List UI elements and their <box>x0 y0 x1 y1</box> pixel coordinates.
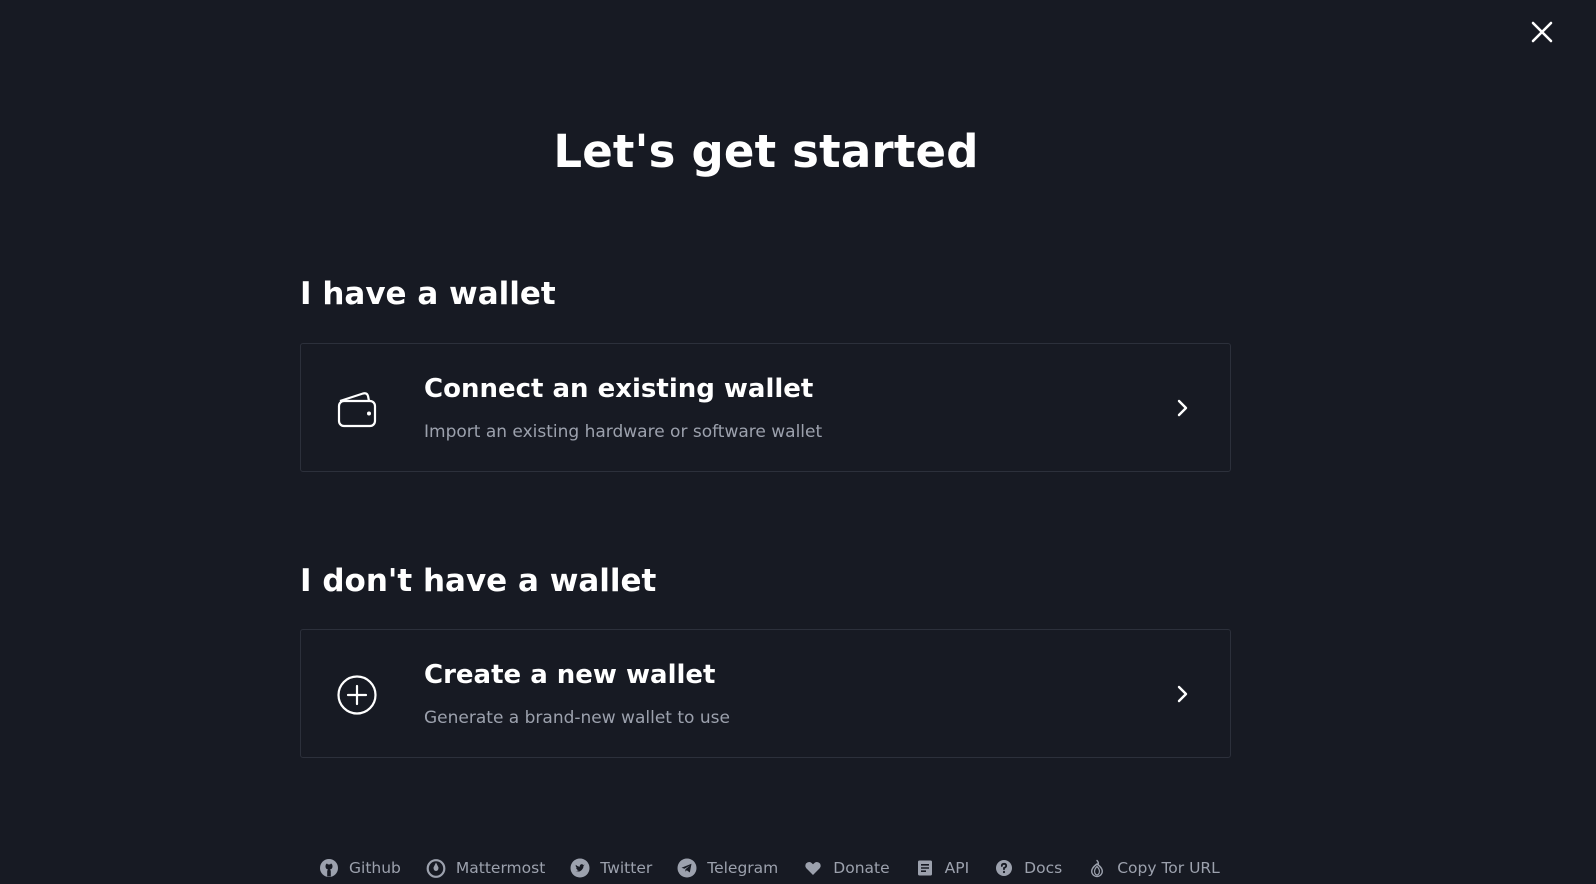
wallet-icon <box>337 392 377 428</box>
twitter-icon <box>570 858 590 878</box>
footer-link-api[interactable]: API <box>915 858 970 878</box>
telegram-icon <box>677 858 697 878</box>
footer-link-label: Twitter <box>600 859 653 877</box>
close-icon <box>1531 21 1553 43</box>
footer-link-twitter[interactable]: Twitter <box>570 858 652 878</box>
heart-icon <box>803 858 823 878</box>
footer-link-docs[interactable]: Docs <box>994 858 1062 878</box>
close-button[interactable] <box>1524 14 1560 50</box>
card-subtitle: Import an existing hardware or software … <box>424 422 823 442</box>
help-icon <box>994 858 1014 878</box>
onboarding-page: Let's get started I have a wallet Connec… <box>0 0 1596 884</box>
footer-links: Github Mattermost Twitter Telegram Donat… <box>319 855 1220 881</box>
footer-link-copy-tor-url[interactable]: Copy Tor URL <box>1087 858 1220 878</box>
tor-onion-icon <box>1087 858 1107 878</box>
footer-link-label: Mattermost <box>455 859 546 877</box>
github-icon <box>319 858 339 878</box>
card-title: Connect an existing wallet <box>424 374 814 404</box>
section-heading-have-wallet: I have a wallet <box>300 276 556 312</box>
footer-link-label: Telegram <box>707 859 779 877</box>
footer-link-github[interactable]: Github <box>319 858 401 878</box>
page-title: Let's get started <box>553 125 979 178</box>
section-heading-no-wallet: I don't have a wallet <box>300 563 657 599</box>
footer-link-label: Donate <box>833 859 890 877</box>
plus-circle-icon <box>337 675 377 715</box>
card-title: Create a new wallet <box>424 660 716 690</box>
chevron-right-icon <box>1177 399 1188 417</box>
connect-existing-wallet-card[interactable]: Connect an existing wallet Import an exi… <box>300 343 1231 472</box>
card-subtitle: Generate a brand-new wallet to use <box>424 708 730 728</box>
document-icon <box>915 858 935 878</box>
footer-link-mattermost[interactable]: Mattermost <box>426 858 545 878</box>
footer-link-label: API <box>944 859 970 877</box>
footer-link-label: Docs <box>1024 859 1063 877</box>
footer-link-telegram[interactable]: Telegram <box>677 858 778 878</box>
footer-link-label: Copy Tor URL <box>1117 859 1220 877</box>
create-new-wallet-card[interactable]: Create a new wallet Generate a brand-new… <box>300 629 1231 758</box>
footer-link-label: Github <box>349 859 401 877</box>
mattermost-icon <box>426 858 446 878</box>
chevron-right-icon <box>1177 685 1188 703</box>
footer-link-donate[interactable]: Donate <box>803 858 890 878</box>
